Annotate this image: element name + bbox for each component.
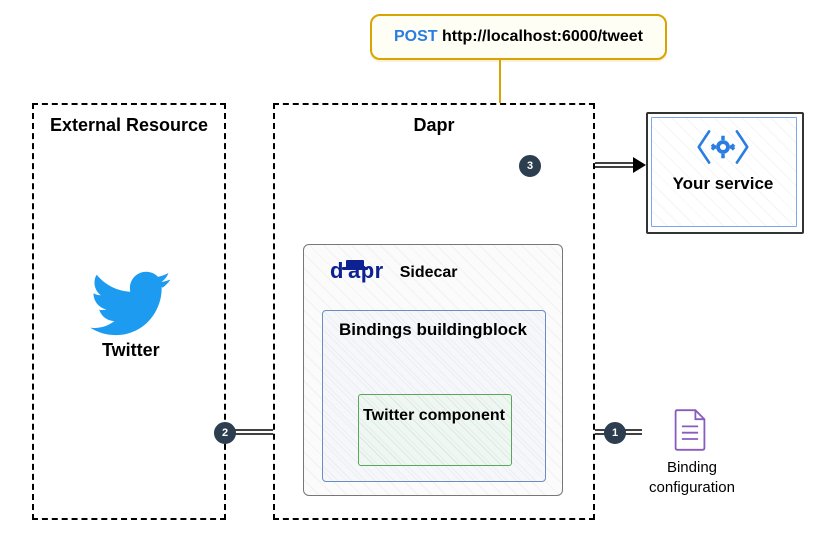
twitter-icon [90,270,170,336]
your-service-title: Your service [646,174,800,194]
twitter-component-box [358,394,512,466]
post-callout: POST http://localhost:6000/tweet [370,14,667,60]
dapr-title: Dapr [275,115,593,136]
document-icon [672,408,708,452]
badge-2: 2 [214,422,236,444]
badge-1: 1 [604,422,626,444]
sidecar-label: Sidecar [400,264,458,282]
http-url: http://localhost:6000/tweet [442,28,643,45]
binding-config-label: Binding configuration [632,458,752,497]
twitter-label: Twitter [102,340,160,361]
http-method: POST [394,28,438,45]
dapr-logo: dapr [330,258,384,284]
external-resource-title: External Resource [34,115,224,136]
sidecar-header: dapr Sidecar [330,258,458,284]
bindings-label: Bindings buildingblock [322,320,544,340]
service-icon [697,126,749,168]
twitter-component-label: Twitter component [358,406,510,426]
badge-3: 3 [519,155,541,177]
